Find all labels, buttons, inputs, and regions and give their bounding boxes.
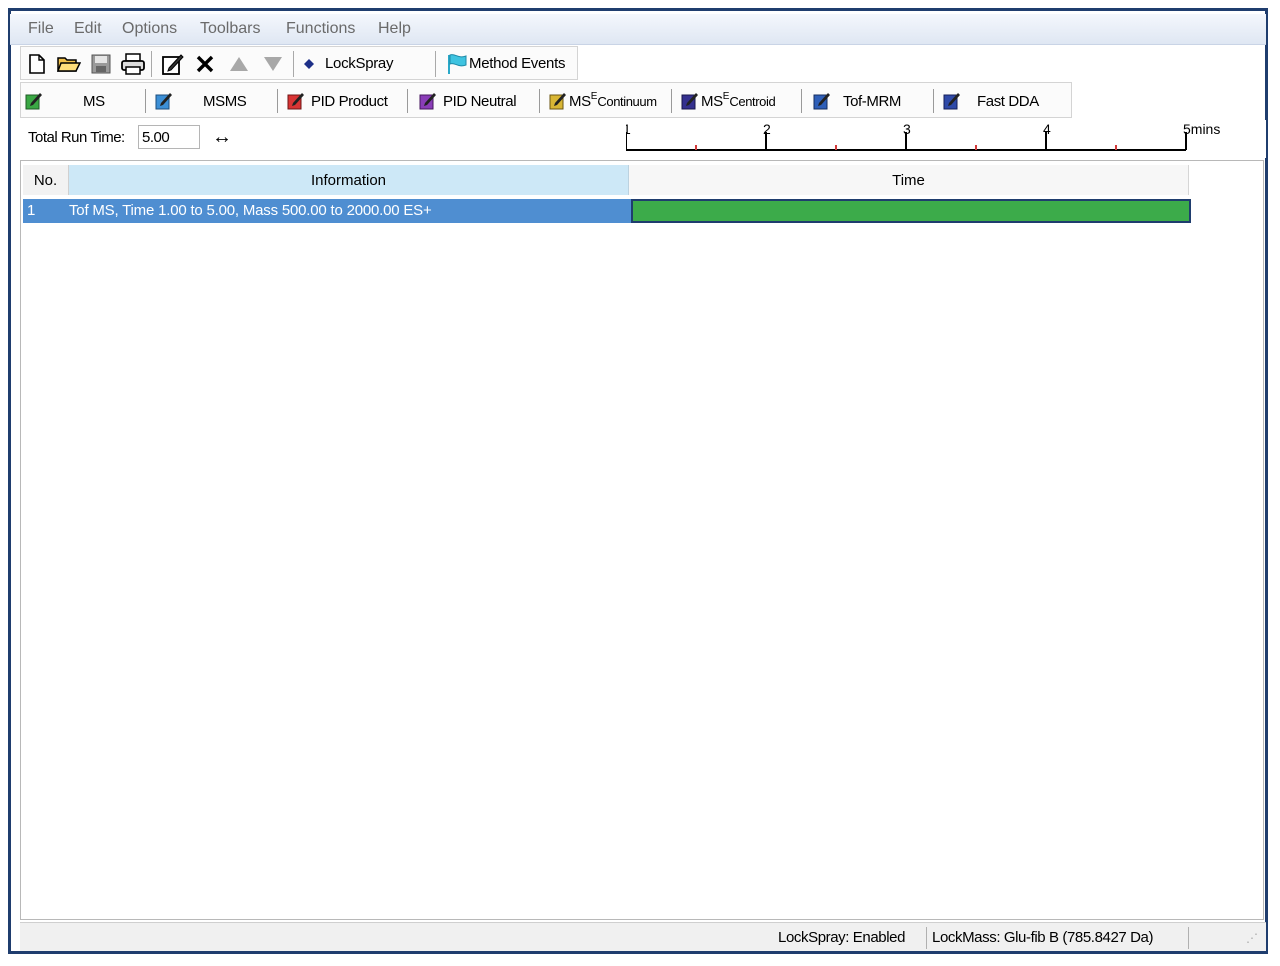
function-label-suffix: Centroid [729, 93, 776, 109]
menu-functions[interactable]: Functions [286, 20, 355, 38]
toolbar-separator [407, 89, 408, 113]
function-mse-continuum-button[interactable]: MS E Continuum [549, 87, 657, 115]
function-doc-icon [549, 93, 566, 110]
function-doc-icon [813, 93, 830, 110]
row-time-bar[interactable] [631, 199, 1191, 223]
time-ruler: 1 2 3 4 5mins [626, 121, 1220, 151]
toolbar-separator [151, 51, 152, 77]
total-run-time-label: Total Run Time: [28, 129, 125, 146]
function-ms-button[interactable]: MS [25, 87, 105, 115]
table-row-selected-cells[interactable]: 1 Tof MS, Time 1.00 to 5.00, Mass 500.00… [23, 199, 631, 223]
row-number: 1 [27, 202, 36, 219]
edit-icon[interactable] [161, 52, 185, 76]
save-icon[interactable] [89, 52, 113, 76]
function-pid-neutral-button[interactable]: PID Neutral [419, 87, 517, 115]
function-doc-icon [25, 93, 42, 110]
function-label: PID Product [311, 92, 388, 110]
function-doc-icon [155, 93, 172, 110]
toolbar-separator [293, 51, 294, 77]
lockmass-status: LockMass: Glu-fib B (785.8427 Da) [932, 929, 1154, 946]
function-tof-mrm-button[interactable]: Tof-MRM [813, 87, 901, 115]
function-list-grid: No. Information Time 1 Tof MS, Time 1.00… [20, 160, 1264, 920]
function-label: Tof-MRM [843, 92, 902, 110]
row-information: Tof MS, Time 1.00 to 5.00, Mass 500.00 t… [69, 202, 432, 219]
menu-bar: File Edit Options Toolbars Functions Hel… [10, 14, 1266, 45]
run-time-row: Total Run Time: ↔ 1 2 3 4 5mins [20, 120, 1266, 158]
method-events-button[interactable]: Method Events [469, 55, 565, 72]
status-bar: LockSpray: Enabled LockMass: Glu-fib B (… [20, 922, 1266, 951]
function-mse-centroid-button[interactable]: MS E Centroid [681, 87, 776, 115]
flag-icon [445, 52, 469, 76]
ruler-tick-label: 4 [1043, 121, 1051, 137]
table-row[interactable]: 1 Tof MS, Time 1.00 to 5.00, Mass 500.00… [23, 199, 1191, 223]
function-label-superscript: E [590, 90, 598, 102]
lockspray-button[interactable]: LockSpray [325, 55, 393, 72]
menu-file[interactable]: File [28, 20, 54, 38]
resize-grip-icon[interactable]: ⋰ [1246, 931, 1258, 945]
ruler-tick-label: 5mins [1183, 121, 1220, 137]
function-label: PID Neutral [443, 92, 517, 110]
lockspray-status: LockSpray: Enabled [778, 929, 906, 946]
function-label: Fast DDA [977, 92, 1039, 110]
main-toolbar: LockSpray Method Events [20, 46, 578, 80]
lockspray-diamond-icon [303, 52, 315, 76]
open-icon[interactable] [57, 52, 81, 76]
status-separator [926, 927, 927, 949]
function-doc-icon [681, 93, 698, 110]
move-down-icon[interactable] [261, 52, 285, 76]
toolbar-separator [435, 51, 436, 77]
function-label: MS [569, 92, 591, 110]
function-doc-icon [287, 93, 304, 110]
function-label-suffix: Continuum [597, 93, 657, 109]
function-type-toolbar: MS MSMS PID Product PID Neutral MS E Cont… [20, 82, 1072, 118]
ruler-tick-label: 1 [626, 121, 631, 137]
toolbar-separator [539, 89, 540, 113]
status-separator [1188, 927, 1189, 949]
function-label: MSMS [203, 92, 247, 110]
function-doc-icon [943, 93, 960, 110]
function-doc-icon [419, 93, 436, 110]
new-icon[interactable] [25, 52, 49, 76]
print-icon[interactable] [121, 52, 145, 76]
move-up-icon[interactable] [227, 52, 251, 76]
ruler-tick-label: 3 [903, 121, 911, 137]
toolbar-separator [801, 89, 802, 113]
toolbar-separator [671, 89, 672, 113]
function-pid-product-button[interactable]: PID Product [287, 87, 388, 115]
column-header-information[interactable]: Information [69, 165, 629, 195]
function-msms-button[interactable]: MSMS [155, 87, 247, 115]
toolbar-separator [933, 89, 934, 113]
resize-arrows-icon[interactable]: ↔ [212, 126, 232, 149]
menu-toolbars[interactable]: Toolbars [200, 20, 260, 38]
menu-options[interactable]: Options [122, 20, 177, 38]
toolbar-separator [145, 89, 146, 113]
ruler-tick-label: 2 [763, 121, 771, 137]
total-run-time-input[interactable] [138, 125, 200, 149]
function-label: MS [83, 92, 105, 110]
toolbar-separator [277, 89, 278, 113]
function-fast-dda-button[interactable]: Fast DDA [943, 87, 1039, 115]
delete-icon[interactable] [193, 52, 217, 76]
function-label: MS [701, 92, 723, 110]
menu-edit[interactable]: Edit [74, 20, 102, 38]
column-header-no[interactable]: No. [23, 165, 69, 195]
function-label-superscript: E [722, 90, 730, 102]
menu-help[interactable]: Help [378, 20, 411, 38]
column-header-time[interactable]: Time [629, 165, 1189, 195]
